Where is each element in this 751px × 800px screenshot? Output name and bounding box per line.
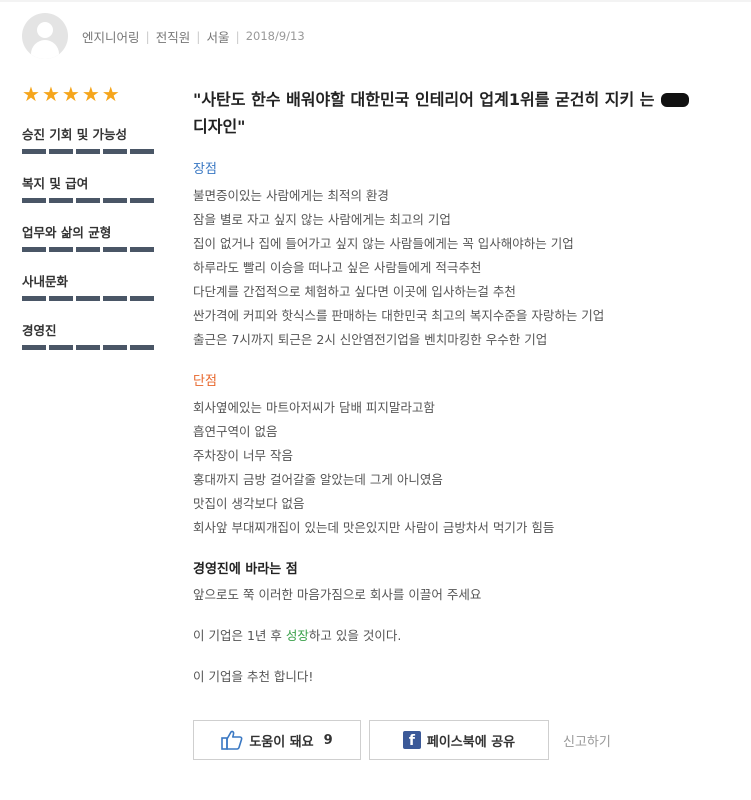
review-card: 엔지니어링 | 전직원 | 서울 | 2018/9/13 ★ ★ ★ ★ ★ 승… bbox=[0, 0, 751, 800]
cons-heading: 단점 bbox=[193, 374, 217, 389]
helpful-label: 도움이 돼요 bbox=[249, 734, 314, 750]
list-item: 흡연구역이 없음 bbox=[193, 424, 278, 439]
category-label: 승진 기회 및 가능성 bbox=[22, 127, 128, 142]
meta-separator: | bbox=[145, 28, 150, 44]
advice-heading: 경영진에 바라는 점 bbox=[193, 562, 298, 577]
list-item: 맛집이 생각보다 없음 bbox=[193, 496, 305, 511]
rating-bar bbox=[22, 296, 162, 301]
list-item: 싼가격에 커피와 핫식스를 판매하는 대한민국 최고의 복지수준을 자랑하는 기… bbox=[193, 308, 605, 323]
rating-category: 사내문화 bbox=[22, 271, 162, 301]
list-item: 홍대까지 금방 걸어갈줄 알았는데 그게 아니였음 bbox=[193, 472, 443, 487]
list-item: 잠을 별로 자고 싶지 않는 사람에게는 최고의 기업 bbox=[193, 212, 451, 227]
report-link[interactable]: 신고하기 bbox=[563, 731, 611, 750]
action-bar: 도움이 돼요 9 f 페이스북에 공유 신고하기 bbox=[193, 720, 611, 760]
facebook-share-button[interactable]: f 페이스북에 공유 bbox=[369, 720, 549, 760]
review-title: "사탄도 한수 배워야할 대한민국 인테리어 업계1위를 굳건히 지키 는 디자… bbox=[193, 86, 693, 140]
censored-mark bbox=[661, 93, 690, 107]
cons-list: 회사옆에있는 마트아저씨가 담배 피지말라고함 흡연구역이 없음 주차장이 너무… bbox=[193, 396, 693, 540]
top-divider bbox=[0, 0, 751, 2]
thumbs-up-icon bbox=[221, 730, 243, 750]
rating-category: 업무와 삶의 균형 bbox=[22, 222, 162, 252]
review-title-line1: "사탄도 한수 배워야할 대한민국 인테리어 업계1위를 굳건히 지키 bbox=[193, 90, 635, 109]
share-label: 페이스북에 공유 bbox=[426, 734, 516, 750]
author-location: 서울 bbox=[206, 29, 230, 45]
helpful-button[interactable]: 도움이 돼요 9 bbox=[193, 720, 361, 760]
list-item: 불면증이있는 사람에게는 최적의 환경 bbox=[193, 188, 389, 203]
outlook-text: 이 기업은 1년 후 성장하고 있을 것이다. bbox=[193, 624, 693, 648]
author-meta: 엔지니어링 | 전직원 | 서울 | 2018/9/13 bbox=[82, 27, 305, 46]
category-label: 사내문화 bbox=[22, 274, 69, 289]
rating-category: 승진 기회 및 가능성 bbox=[22, 124, 162, 154]
pros-heading: 장점 bbox=[193, 162, 217, 177]
rating-panel: ★ ★ ★ ★ ★ 승진 기회 및 가능성 복지 및 급여 업무와 삶의 균형 … bbox=[22, 84, 162, 369]
advice-text: 앞으로도 쭉 이러한 마음가짐으로 회사를 이끌어 주세요 bbox=[193, 587, 482, 602]
list-item: 주차장이 너무 작음 bbox=[193, 448, 293, 463]
avatar-icon bbox=[22, 13, 68, 59]
review-title-line2-end: 디자인" bbox=[193, 117, 246, 136]
star-icon: ★ bbox=[41, 82, 60, 106]
meta-separator: | bbox=[235, 28, 240, 44]
author-info: 엔지니어링 | 전직원 | 서울 | 2018/9/13 bbox=[22, 12, 305, 60]
recommend-text: 이 기업을 추천 합니다! bbox=[193, 669, 314, 684]
star-rating: ★ ★ ★ ★ ★ bbox=[22, 84, 162, 104]
rating-bar bbox=[22, 345, 162, 350]
rating-bar bbox=[22, 247, 162, 252]
category-label: 경영진 bbox=[22, 323, 57, 338]
category-label: 복지 및 급여 bbox=[22, 176, 89, 191]
review-title-line2-start: 는 bbox=[639, 90, 661, 109]
rating-category: 복지 및 급여 bbox=[22, 173, 162, 203]
author-status: 전직원 bbox=[155, 29, 191, 45]
rating-bar bbox=[22, 149, 162, 154]
list-item: 출근은 7시까지 퇴근은 2시 신안염전기업을 벤치마킹한 우수한 기업 bbox=[193, 332, 548, 347]
star-icon: ★ bbox=[22, 82, 40, 106]
outlook-highlight: 성장 bbox=[285, 628, 309, 643]
star-icon: ★ bbox=[81, 82, 100, 106]
list-item: 회사앞 부대찌개집이 있는데 맛은있지만 사람이 금방차서 먹기가 힘듬 bbox=[193, 520, 555, 535]
rating-bar bbox=[22, 198, 162, 203]
meta-separator: | bbox=[196, 28, 201, 44]
star-icon: ★ bbox=[101, 82, 120, 106]
helpful-count: 9 bbox=[323, 732, 333, 748]
outlook-post: 하고 있을 것이다. bbox=[308, 628, 402, 643]
outlook-pre: 이 기업은 1년 후 bbox=[193, 628, 286, 643]
pros-list: 불면증이있는 사람에게는 최적의 환경 잠을 별로 자고 싶지 않는 사람에게는… bbox=[193, 184, 693, 352]
rating-category: 경영진 bbox=[22, 320, 162, 350]
list-item: 하루라도 빨리 이승을 떠나고 싶은 사람들에게 적극추천 bbox=[193, 260, 482, 275]
author-job: 엔지니어링 bbox=[82, 29, 140, 45]
list-item: 다단계를 간접적으로 체험하고 싶다면 이곳에 입사하는걸 추천 bbox=[193, 284, 516, 299]
list-item: 집이 없거나 집에 들어가고 싶지 않는 사람들에게는 꼭 입사해야하는 기업 bbox=[193, 236, 574, 251]
review-content: "사탄도 한수 배워야할 대한민국 인테리어 업계1위를 굳건히 지키 는 디자… bbox=[193, 86, 693, 706]
star-icon: ★ bbox=[61, 82, 80, 106]
category-label: 업무와 삶의 균형 bbox=[22, 225, 112, 240]
facebook-icon: f bbox=[402, 731, 421, 749]
list-item: 회사옆에있는 마트아저씨가 담배 피지말라고함 bbox=[193, 400, 435, 415]
review-date: 2018/9/13 bbox=[245, 29, 305, 43]
